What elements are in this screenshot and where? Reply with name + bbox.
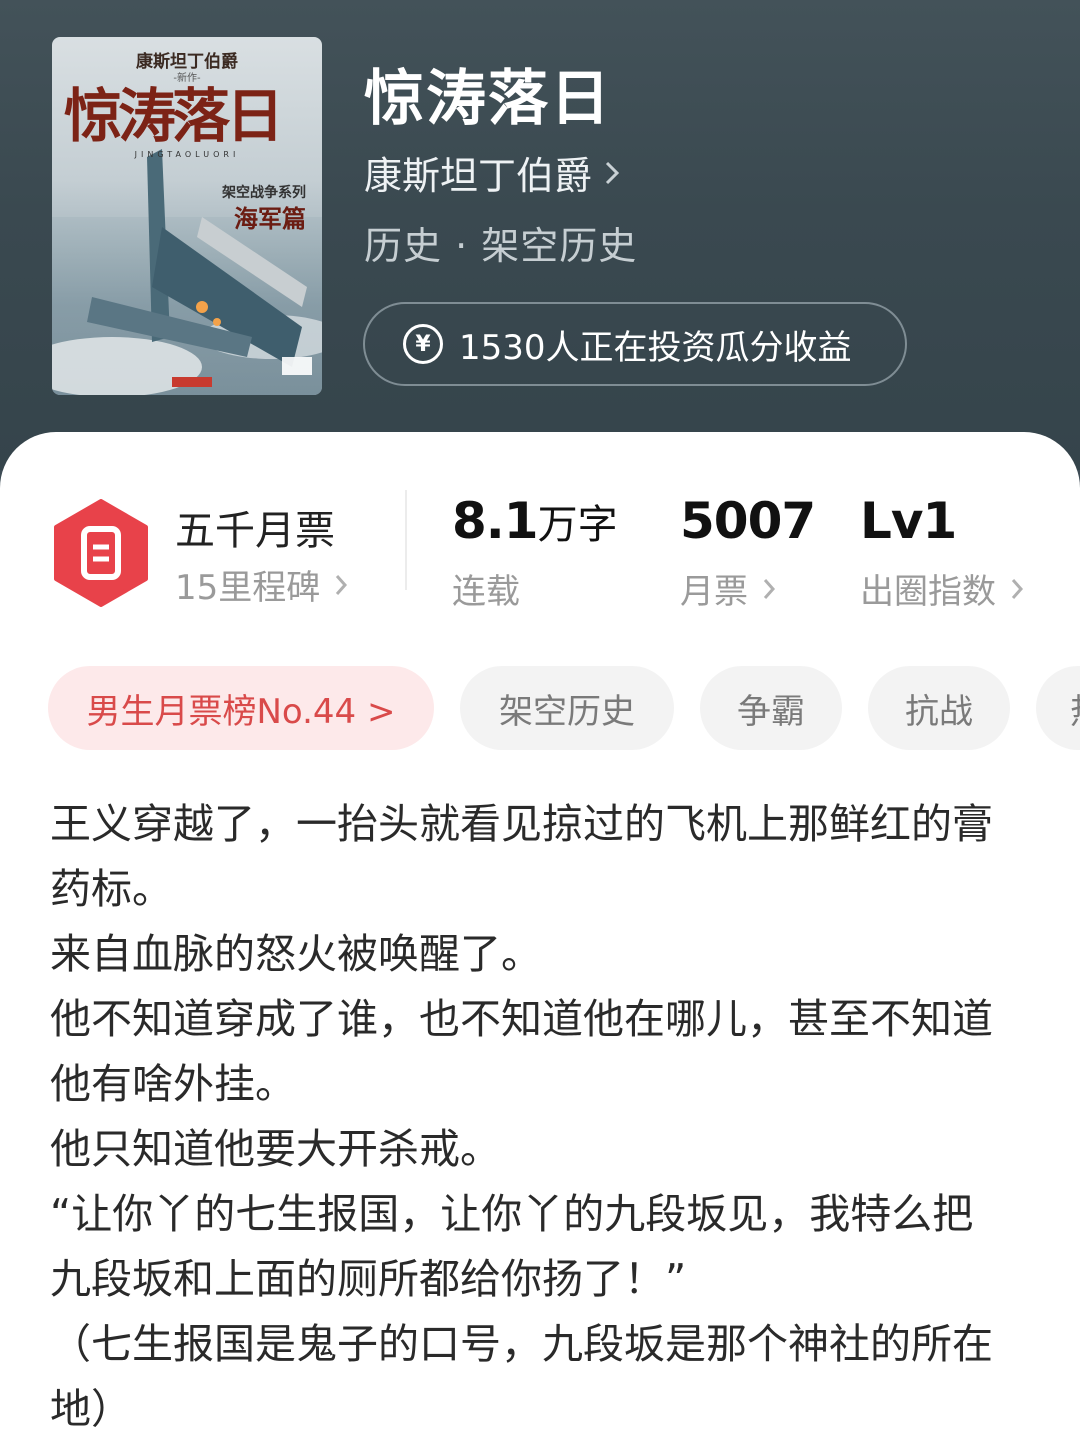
rank-tag[interactable]: 男生月票榜No.44 > [48, 666, 434, 750]
book-synopsis: 王义穿越了，一抬头就看见掠过的飞机上那鲜红的膏药标。 来自血脉的怒火被唤醒了。 … [50, 792, 1010, 1433]
chevron-right-icon [604, 159, 620, 187]
serial-status: 连载 [452, 572, 520, 612]
synopsis-paragraph: （七生报国是鬼子的口号，九段坂是那个神社的所在地） [50, 1320, 993, 1433]
word-count-value: 8.1 [452, 492, 539, 550]
ticket-milestone-text: 15里程碑 [175, 568, 321, 608]
author-name: 康斯坦丁伯爵 [364, 154, 593, 198]
book-cover[interactable]: 康斯坦丁伯爵 -新作- 惊涛落日 JINGTAOLUORI 架空战争系列 海军篇 [52, 37, 322, 395]
book-title: 惊涛落日 [364, 64, 612, 134]
synopsis-paragraph: 王义穿越了，一抬头就看见掠过的飞机上那鲜红的膏药标。 [50, 800, 993, 913]
monthly-ticket-label: 月票 [680, 572, 748, 612]
tag-resistance-war[interactable]: 抗战 [868, 666, 1010, 750]
invest-text: 1530人正在投资瓜分收益 [459, 327, 852, 368]
cover-subtitle-text: 海军篇 [234, 204, 306, 233]
chevron-right-icon [1010, 577, 1024, 601]
book-genre: 历史 · 架空历史 [364, 224, 638, 268]
chevron-right-icon [334, 573, 348, 597]
word-count-unit: 万字 [537, 502, 618, 548]
circle-index-value: Lv1 [860, 492, 957, 550]
book-info-card: 五千月票 15里程碑 8.1万字 连载 5007 月票 Lv1 出圈指数 男生月… [0, 432, 1080, 1433]
tag-row: 男生月票榜No.44 > 架空历史 争霸 抗战 热 [48, 666, 1080, 750]
synopsis-paragraph: “让你丫的七生报国，让你丫的九段坂见，我特么把九段坂和上面的厕所都给你扬了！” [50, 1190, 974, 1303]
ticket-title: 五千月票 [175, 508, 335, 554]
cover-title-text: 惊涛落日 [64, 82, 284, 150]
synopsis-paragraph: 他只知道他要大开杀戒。 [50, 1125, 501, 1173]
ticket-hexagon-icon[interactable] [52, 499, 150, 611]
synopsis-paragraph: 来自血脉的怒火被唤醒了。 [50, 930, 542, 978]
circle-index-link[interactable]: 出圈指数 [860, 564, 1024, 613]
cover-pinyin-text: JINGTAOLUORI [134, 150, 240, 159]
circle-index-label: 出圈指数 [860, 572, 996, 612]
ticket-milestone-link[interactable]: 15里程碑 [175, 560, 348, 609]
monthly-ticket-link[interactable]: 月票 [680, 564, 776, 613]
invest-button[interactable]: ¥ 1530人正在投资瓜分收益 [363, 302, 907, 386]
stats-divider [405, 490, 407, 590]
chevron-right-icon [762, 577, 776, 601]
tag-alt-history[interactable]: 架空历史 [460, 666, 674, 750]
synopsis-paragraph: 他不知道穿成了谁，也不知道他在哪儿，甚至不知道他有啥外挂。 [50, 995, 993, 1108]
tag-partial[interactable]: 热 [1036, 666, 1080, 750]
tag-hegemony[interactable]: 争霸 [700, 666, 842, 750]
monthly-ticket-value: 5007 [680, 492, 816, 550]
book-detail-page: 康斯坦丁伯爵 -新作- 惊涛落日 JINGTAOLUORI 架空战争系列 海军篇… [0, 0, 1080, 1433]
word-count: 8.1万字 [452, 492, 618, 550]
book-header: 康斯坦丁伯爵 -新作- 惊涛落日 JINGTAOLUORI 架空战争系列 海军篇… [0, 0, 1080, 470]
author-link[interactable]: 康斯坦丁伯爵 [364, 145, 620, 200]
yen-circle-icon: ¥ [403, 324, 443, 364]
